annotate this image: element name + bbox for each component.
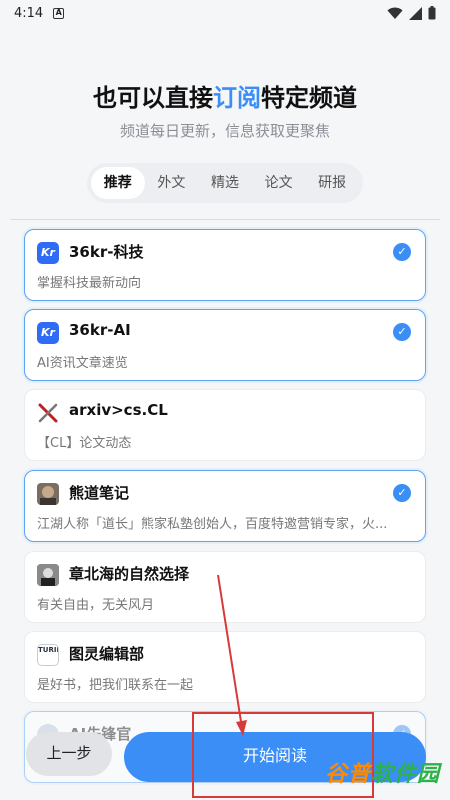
avatar-icon bbox=[37, 483, 59, 505]
check-icon[interactable]: ✓ bbox=[393, 243, 411, 261]
channel-name: 熊道笔记 bbox=[69, 484, 130, 502]
tab-recommend[interactable]: 推荐 bbox=[91, 167, 145, 199]
status-bar: 4:14 A bbox=[0, 0, 450, 26]
channel-desc: 有关自由，无关风月 bbox=[37, 598, 155, 613]
battery-icon bbox=[428, 6, 436, 20]
wifi-icon bbox=[387, 7, 403, 19]
36kr-logo: Kr bbox=[37, 322, 59, 344]
channel-desc: AI资讯文章速览 bbox=[37, 356, 128, 371]
channel-card[interactable]: Kr 36kr-AI ✓ AI资讯文章速览 bbox=[24, 309, 426, 381]
turing-logo: TURING bbox=[37, 644, 59, 666]
channel-card[interactable]: TURING 图灵编辑部 是好书，把我们联系在一起 bbox=[24, 631, 426, 703]
divider bbox=[10, 219, 440, 220]
channel-name: 图灵编辑部 bbox=[69, 645, 145, 663]
tab-papers[interactable]: 论文 bbox=[252, 167, 306, 199]
watermark-part: 谷普 bbox=[324, 762, 371, 787]
tab-reports[interactable]: 研报 bbox=[305, 167, 359, 199]
channel-card[interactable]: 熊道笔记 ✓ 江湖人称「道长」熊家私塾创始人，百度特邀营销专家，火... bbox=[24, 470, 426, 542]
watermark: 谷普软件园 bbox=[325, 756, 440, 788]
channel-name: 36kr-科技 bbox=[69, 243, 144, 261]
channel-name: 章北海的自然选择 bbox=[69, 565, 190, 583]
title-part: 也可以直接 bbox=[93, 84, 213, 112]
watermark-part: 软件园 bbox=[370, 762, 440, 787]
channel-desc: 掌握科技最新动向 bbox=[37, 276, 142, 291]
avatar-icon bbox=[37, 564, 59, 586]
arxiv-logo bbox=[37, 402, 59, 424]
status-time: 4:14 bbox=[14, 5, 44, 21]
channel-name: 36kr-AI bbox=[69, 321, 131, 339]
status-icons bbox=[387, 6, 436, 20]
36kr-logo: Kr bbox=[37, 242, 59, 264]
tab-foreign[interactable]: 外文 bbox=[145, 167, 199, 199]
title-highlight: 订阅 bbox=[213, 84, 261, 112]
tab-featured[interactable]: 精选 bbox=[198, 167, 252, 199]
check-icon[interactable]: ✓ bbox=[393, 484, 411, 502]
check-icon[interactable]: ✓ bbox=[393, 323, 411, 341]
category-tabs: 推荐 外文 精选 论文 研报 bbox=[87, 163, 363, 203]
page-title: 也可以直接订阅特定频道 bbox=[0, 78, 450, 113]
channel-desc: 【CL】论文动态 bbox=[37, 436, 132, 451]
back-button[interactable]: 上一步 bbox=[26, 732, 112, 776]
channel-desc: 江湖人称「道长」熊家私塾创始人，百度特邀营销专家，火... bbox=[37, 517, 388, 532]
page-subtitle: 频道每日更新，信息获取更聚焦 bbox=[119, 122, 330, 140]
channel-card[interactable]: Kr 36kr-科技 ✓ 掌握科技最新动向 bbox=[24, 229, 426, 301]
notification-a-icon: A bbox=[53, 7, 65, 19]
channel-desc: 是好书，把我们联系在一起 bbox=[37, 678, 194, 693]
signal-icon bbox=[409, 6, 422, 20]
channel-name: arxiv>cs.CL bbox=[69, 401, 168, 419]
channel-card[interactable]: arxiv>cs.CL 【CL】论文动态 bbox=[24, 389, 426, 461]
title-part: 特定频道 bbox=[261, 84, 357, 112]
channel-card[interactable]: 章北海的自然选择 有关自由，无关风月 bbox=[24, 551, 426, 623]
